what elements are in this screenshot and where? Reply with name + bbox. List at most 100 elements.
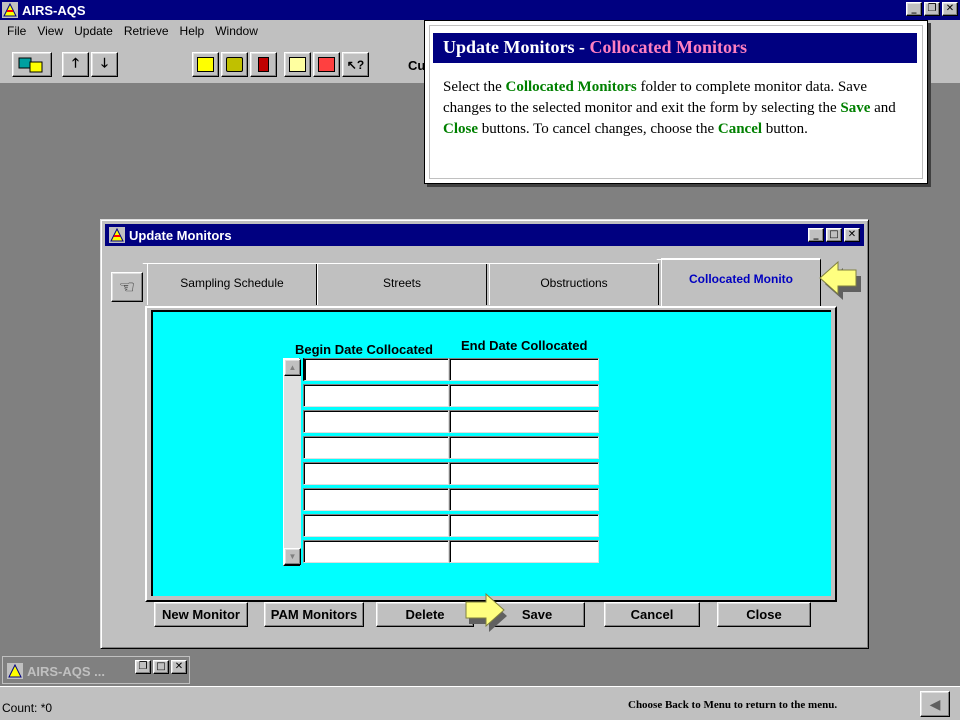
begin-date-field[interactable] [303,358,449,381]
status-bar: Count: *0 Choose Back to Menu to return … [0,686,960,720]
minimized-close-button[interactable]: ✕ [171,660,187,674]
menu-file[interactable]: File [7,24,26,38]
pointing-hand-icon: ☜ [118,276,136,297]
begin-date-field[interactable] [303,488,449,511]
callout-keyword: Close [443,121,478,137]
menu-help[interactable]: Help [180,24,205,38]
close-form-button[interactable]: Close [717,602,811,627]
help-pointer-icon: ↖? [346,57,365,72]
close-button[interactable]: ✕ [942,2,958,16]
begin-date-field[interactable] [303,462,449,485]
minimized-app-icon [7,663,23,679]
report-tool-button[interactable] [284,52,311,77]
restore-button[interactable]: ❐ [924,2,940,16]
tab-sampling-schedule[interactable]: Sampling Schedule [147,263,317,305]
copy-tool-button[interactable] [313,52,340,77]
save-tool-button[interactable] [192,52,219,77]
callout-text: Select the [443,79,506,95]
window-controls: _ □ ✕ [808,228,860,242]
back-to-menu-hint: Choose Back to Menu to return to the men… [628,699,838,711]
move-down-button[interactable]: 🡓 [91,52,118,77]
menu-update[interactable]: Update [74,24,113,38]
grid-row [303,488,599,511]
begin-date-field[interactable] [303,410,449,433]
delete-button[interactable]: Delete [376,602,474,627]
tab-collocated-monitors[interactable]: Collocated Monito [661,258,821,308]
pam-monitors-button[interactable]: PAM Monitors [264,602,364,627]
tab-page: Begin Date Collocated End Date Collocate… [145,306,837,602]
minimized-window[interactable]: AIRS-AQS ... ❐ □ ✕ [2,656,190,684]
scroll-track[interactable] [284,376,301,550]
grid-row [303,540,599,563]
tab-streets[interactable]: Streets [317,263,487,305]
tab-pointer-arrow-icon [819,260,861,300]
grid-row [303,410,599,433]
end-date-field[interactable] [449,358,599,381]
update-monitors-window: Update Monitors _ □ ✕ ☜ Sampling Schedul… [100,219,869,649]
callout-keyword: Collocated Monitors [505,79,637,95]
window-minimize-button[interactable]: _ [808,228,824,242]
window-close-button[interactable]: ✕ [844,228,860,242]
clipboard-icon [289,57,306,72]
record-count: Count: *0 [2,701,53,715]
end-date-field[interactable] [449,462,599,485]
back-button[interactable]: ◀ [920,691,950,717]
scroll-down-arrow-icon[interactable]: ▼ [284,548,301,565]
query-tool-button[interactable] [12,52,52,77]
begin-date-field[interactable] [303,514,449,537]
context-help-button[interactable]: ↖? [342,52,369,77]
app-window-controls: _ ❐ ✕ [906,2,958,16]
minimized-title: AIRS-AQS ... [27,663,106,679]
begin-date-field[interactable] [303,384,449,407]
exit-tool-button[interactable] [250,52,277,77]
begin-date-field[interactable] [303,436,449,459]
callout-body: Select the Collocated Monitors folder to… [443,77,913,140]
end-date-field[interactable] [449,436,599,459]
callout-text: and [870,100,896,116]
minimized-restore-button[interactable]: ❐ [135,660,151,674]
query-icon [18,57,43,72]
end-date-field[interactable] [449,514,599,537]
toolbar-trailing-label: Cu [408,58,426,73]
menu-window[interactable]: Window [215,24,258,38]
new-monitor-button[interactable]: New Monitor [154,602,248,627]
collocated-monitors-panel: Begin Date Collocated End Date Collocate… [151,310,831,596]
tab-obstructions[interactable]: Obstructions [489,263,659,305]
airs-app-icon [2,2,18,18]
arrow-down-icon: 🡓 [101,54,108,70]
scroll-up-arrow-icon[interactable]: ▲ [284,359,301,376]
help-callout: Update Monitors - Collocated Monitors Se… [424,20,928,184]
menu-view[interactable]: View [37,24,63,38]
grid-vertical-scrollbar[interactable]: ▲ ▼ [283,358,301,566]
window-title: Update Monitors [129,227,232,243]
end-date-field[interactable] [449,488,599,511]
grid-row [303,462,599,485]
begin-date-field[interactable] [303,540,449,563]
end-date-field[interactable] [449,540,599,563]
minimize-button[interactable]: _ [906,2,922,16]
cancel-button[interactable]: Cancel [604,602,700,627]
end-date-field[interactable] [449,384,599,407]
column-header-end-date: End Date Collocated [461,338,588,353]
collocated-grid: ▲ ▼ [283,358,603,566]
back-triangle-icon: ◀ [929,695,941,712]
grid-row [303,436,599,459]
disk-icon [197,57,214,72]
app-titlebar: AIRS-AQS _ ❐ ✕ [0,0,960,20]
move-up-button[interactable]: 🡑 [62,52,89,77]
minimized-maximize-button[interactable]: □ [153,660,169,674]
window-app-icon [109,227,125,243]
trash-tool-button[interactable] [221,52,248,77]
callout-keyword: Cancel [717,121,763,137]
end-date-field[interactable] [449,410,599,433]
trash-icon [226,57,243,72]
menu-retrieve[interactable]: Retrieve [124,24,169,38]
callout-keyword: Save [840,100,871,116]
copy-icon [318,57,335,72]
callout-text: button. [762,121,808,137]
navigate-button[interactable]: ☜ [111,272,143,302]
callout-title: Update Monitors - Collocated Monitors [433,33,917,63]
minimized-controls: ❐ □ ✕ [135,660,187,674]
window-maximize-button[interactable]: □ [826,228,842,242]
column-header-begin-date: Begin Date Collocated [295,342,433,357]
